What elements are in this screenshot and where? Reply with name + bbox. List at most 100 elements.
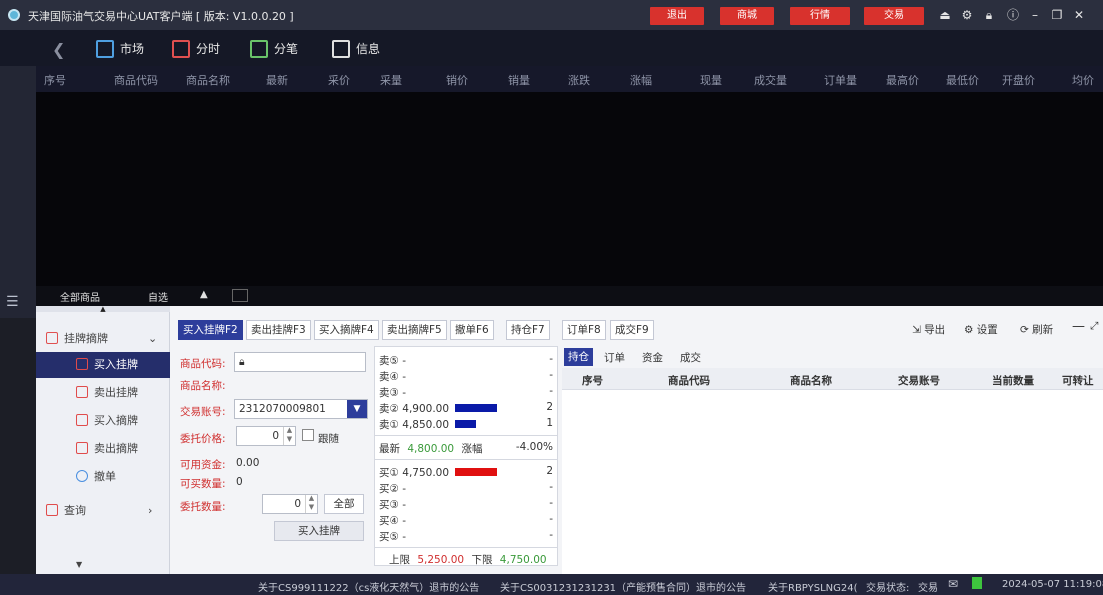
col-header[interactable]: 可转让 [1062, 373, 1094, 388]
tab-orders[interactable]: 订单F8 [562, 320, 606, 340]
document-icon [332, 39, 350, 58]
tab-ticks[interactable]: 分笔 [250, 38, 298, 60]
help-icon[interactable]: ⓘ [1005, 6, 1021, 24]
gear-icon[interactable]: ⚙ [959, 6, 975, 24]
sheet-tab-bar: 全部商品 自选 ▲ [36, 286, 1103, 306]
exit-button[interactable]: 退出 [650, 7, 704, 25]
col-header[interactable]: 成交量 [754, 72, 787, 88]
chevron-down-icon[interactable]: ▼ [347, 400, 367, 418]
tab-buy-delist[interactable]: 买入摘牌F4 [314, 320, 379, 340]
col-header[interactable]: 当前数量 [992, 373, 1034, 388]
qty-input[interactable]: 0 ▲ ▼ [262, 494, 318, 514]
tab-market[interactable]: 市场 [96, 38, 144, 60]
submit-buy-listing-button[interactable]: 买入挂牌 [274, 521, 364, 541]
sheet-tab-all[interactable]: 全部商品 [60, 289, 100, 304]
back-icon[interactable]: ❮ [52, 40, 65, 59]
left-strip [0, 66, 36, 318]
col-header[interactable]: 交易账号 [898, 373, 940, 388]
col-header[interactable]: 商品代码 [114, 72, 158, 88]
close-icon[interactable]: ✕ [1071, 6, 1087, 24]
qty-label: 委托数量: [180, 501, 226, 513]
col-header[interactable]: 涨幅 [630, 72, 652, 88]
spinner-icon[interactable]: ▲ ▼ [283, 427, 295, 445]
tab-sell-delist[interactable]: 卖出摘牌F5 [382, 320, 447, 340]
follow-checkbox[interactable] [302, 429, 314, 441]
col-header[interactable]: 销价 [446, 72, 468, 88]
sidebar-group-query[interactable]: 查询 › [36, 498, 170, 524]
collapse-icon[interactable]: ☰ [6, 294, 19, 310]
sheet-up-icon[interactable]: ▲ [200, 289, 208, 300]
tab-holding-orders[interactable]: 订单 [604, 350, 625, 365]
col-header[interactable]: 序号 [582, 373, 603, 388]
col-header[interactable]: 采价 [328, 72, 350, 88]
title-bar: 天津国际油气交易中心UAT客户端 [ 版本: V1.0.0.20 ] 退出 商城… [0, 0, 1103, 30]
col-header[interactable]: 最新 [266, 72, 288, 88]
col-header[interactable]: 序号 [44, 72, 66, 88]
notice-link[interactable]: 关于CS0031231231231（产能预售合同）退市的公告 [500, 579, 746, 594]
sidebar-item-buy-delist[interactable]: 买入摘牌 [36, 408, 170, 434]
price-input[interactable]: 0 ▲ ▼ [236, 426, 296, 446]
mail-icon[interactable]: ✉ [948, 577, 958, 591]
expand-panel-icon[interactable]: ⤢ [1090, 320, 1098, 333]
chart-icon [172, 39, 190, 58]
order-book: 卖⑤ -- 卖④ -- 卖③ -- 卖② 4,900.00 2 卖① 4,850.… [374, 346, 558, 566]
account-select[interactable]: 2312070009801 ▼ [234, 399, 368, 419]
minimize-icon[interactable]: – [1027, 6, 1043, 24]
tab-deals[interactable]: 成交F9 [610, 320, 654, 340]
sidebar-item-sell-delist[interactable]: 卖出摘牌 [36, 436, 170, 462]
spinner-icon[interactable]: ▲ ▼ [305, 495, 317, 513]
trade-button[interactable]: 交易 [864, 7, 924, 25]
chevron-down-icon: ⌄ [148, 332, 158, 345]
tab-timeshare[interactable]: 分时 [172, 38, 220, 60]
code-input[interactable]: 🔒︎ [234, 352, 366, 372]
shop-icon [96, 39, 114, 58]
tab-sell-listing[interactable]: 卖出挂牌F3 [246, 320, 311, 340]
col-header[interactable]: 最低价 [946, 72, 979, 88]
tab-buy-listing[interactable]: 买入挂牌F2 [178, 320, 243, 340]
notice-link[interactable]: 关于RBPYSLNG24( [768, 579, 858, 594]
price-label: 委托价格: [180, 433, 226, 445]
sidebar-item-cancel[interactable]: 撤单 [36, 464, 170, 490]
col-header[interactable]: 现量 [700, 72, 722, 88]
tab-positions[interactable]: 持仓 [564, 348, 593, 366]
col-header[interactable]: 商品名称 [186, 72, 230, 88]
col-header[interactable]: 商品代码 [668, 373, 710, 388]
notice-link[interactable]: 关于CS999111222（cs液化天然气）退市的公告 [258, 579, 479, 594]
mall-button[interactable]: 商城 [720, 7, 774, 25]
sidebar-item-sell-listing[interactable]: 卖出挂牌 [36, 380, 170, 406]
trade-status-label: 交易状态: [866, 583, 910, 594]
sidebar-group-listing[interactable]: 挂牌摘牌 ⌄ [36, 326, 170, 352]
col-header[interactable]: 商品名称 [790, 373, 832, 388]
gear-icon: ⚙ [964, 324, 977, 336]
divider [375, 547, 557, 548]
datetime: 2024-05-07 11:19:08 [1002, 579, 1103, 590]
col-header[interactable]: 均价 [1072, 72, 1094, 88]
col-header[interactable]: 订单量 [824, 72, 857, 88]
lock-icon[interactable]: 🔒︎ [981, 6, 997, 24]
minimize-panel-icon[interactable]: — [1072, 319, 1085, 334]
settings-button[interactable]: ⚙ 设置 [964, 322, 998, 337]
eject-icon[interactable]: ⏏ [937, 6, 953, 24]
col-header[interactable]: 开盘价 [1002, 72, 1035, 88]
tab-funds[interactable]: 资金 [642, 350, 663, 365]
refresh-button[interactable]: ⟳ 刷新 [1020, 322, 1053, 337]
col-header[interactable]: 销量 [508, 72, 530, 88]
tab-holding-deals[interactable]: 成交 [680, 350, 701, 365]
tab-info[interactable]: 信息 [332, 38, 380, 60]
col-header[interactable]: 最高价 [886, 72, 919, 88]
tab-holdings[interactable]: 持仓F7 [506, 320, 550, 340]
col-header[interactable]: 涨跌 [568, 72, 590, 88]
query-icon [46, 504, 58, 516]
all-button[interactable]: 全部 [324, 494, 364, 514]
restore-icon[interactable]: ❐ [1049, 6, 1065, 24]
export-button[interactable]: ⇲ 导出 [912, 322, 945, 337]
tab-cancel[interactable]: 撤单F6 [450, 320, 494, 340]
trade-sidebar: 挂牌摘牌 ⌄ 买入挂牌 卖出挂牌 买入摘牌 卖出摘牌 撤单 查询 › ▼ [36, 312, 170, 574]
scroll-handle[interactable] [232, 289, 248, 302]
holdings-table-body[interactable] [562, 390, 1103, 574]
quotes-button[interactable]: 行情 [790, 7, 850, 25]
sidebar-item-buy-listing[interactable]: 买入挂牌 [36, 352, 170, 378]
col-header[interactable]: 采量 [380, 72, 402, 88]
sheet-tab-favorites[interactable]: 自选 [148, 289, 168, 304]
market-table-body[interactable] [36, 92, 1103, 286]
